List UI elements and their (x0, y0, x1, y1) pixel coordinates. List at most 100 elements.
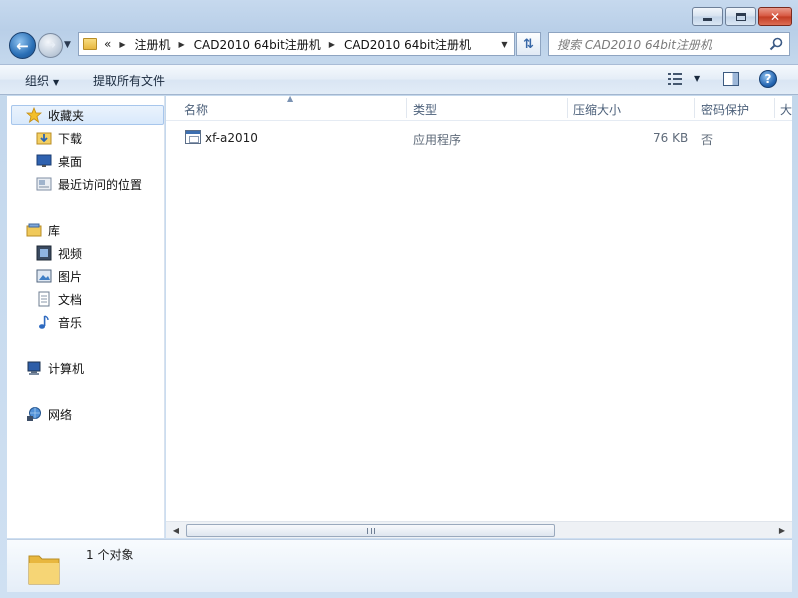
maximize-button[interactable] (725, 7, 756, 26)
sidebar-item-label: 图片 (58, 269, 83, 284)
file-list: ▲ 名称 类型 压缩大小 密码保护 大 xf-a2010 应用程序 76 KB … (166, 94, 792, 538)
sidebar-item-libraries[interactable]: 库 (26, 220, 60, 240)
sort-ascending-icon: ▲ (287, 94, 294, 103)
address-history-dropdown[interactable]: ▼ (494, 33, 514, 55)
download-folder-icon (36, 132, 52, 145)
search-placeholder: 搜索 CAD2010 64bit注册机 (557, 37, 712, 52)
column-divider[interactable] (406, 98, 407, 118)
column-divider[interactable] (774, 98, 775, 118)
sidebar-item-label: 最近访问的位置 (58, 177, 143, 192)
close-icon: ✕ (769, 9, 781, 24)
extract-all-label: 提取所有文件 (93, 74, 166, 88)
file-password-protected: 否 (701, 133, 714, 147)
help-button[interactable]: ? (759, 70, 777, 88)
chevron-right-icon: ▶ (778, 526, 786, 535)
explorer-window: ✕ ← → ▼ « ▶ 注册机 ▶ CAD2010 64bit注册机 ▶ CAD… (0, 0, 798, 598)
column-header-password-protected[interactable]: 密码保护 (701, 101, 749, 118)
sidebar-item-label: 收藏夹 (48, 108, 85, 123)
column-headers: ▲ 名称 类型 压缩大小 密码保护 大 (166, 94, 792, 121)
organize-label: 组织 (25, 74, 50, 88)
desktop-icon (36, 154, 52, 167)
documents-icon (38, 291, 50, 307)
music-icon (39, 315, 49, 329)
table-row[interactable]: xf-a2010 应用程序 76 KB 否 (176, 128, 792, 148)
column-header-compressed-size[interactable]: 压缩大小 (573, 101, 621, 118)
preview-pane-button[interactable] (723, 72, 739, 86)
minimize-button[interactable] (692, 7, 723, 26)
sidebar-item-music[interactable]: 音乐 (36, 312, 82, 332)
refresh-button[interactable]: ⇅ (516, 32, 541, 56)
sidebar-item-network[interactable]: 网络 (26, 404, 72, 424)
folder-icon (28, 555, 60, 585)
breadcrumb-item[interactable]: 注册机 (135, 36, 171, 53)
change-view-icon[interactable] (668, 73, 682, 85)
scroll-right-button[interactable]: ▶ (775, 524, 789, 537)
column-header-size[interactable]: 大 (780, 101, 792, 118)
pictures-icon (36, 269, 52, 283)
breadcrumb-overflow[interactable]: « (104, 37, 111, 51)
navigation-pane: 收藏夹 下载 桌面 最近访问的位置 库 视频 图片 文档 音乐 计算机 网络 (7, 96, 165, 538)
breadcrumb-item[interactable]: CAD2010 64bit注册机 (344, 36, 471, 53)
search-input[interactable]: 搜索 CAD2010 64bit注册机 (548, 32, 790, 56)
refresh-icon: ⇅ (523, 36, 534, 52)
sidebar-item-favorites[interactable]: 收藏夹 (11, 105, 164, 125)
sidebar-item-computer[interactable]: 计算机 (26, 358, 84, 378)
sidebar-item-label: 下载 (58, 131, 83, 146)
column-divider[interactable] (694, 98, 695, 118)
sidebar-item-label: 桌面 (58, 154, 83, 169)
breadcrumb-separator-icon[interactable]: ▶ (179, 40, 185, 49)
breadcrumb-separator-icon[interactable]: ▶ (119, 40, 125, 49)
video-icon (36, 245, 52, 261)
column-divider[interactable] (567, 98, 568, 118)
window-controls: ✕ (690, 7, 792, 26)
minimize-icon (703, 18, 712, 21)
computer-icon (27, 361, 41, 375)
close-button[interactable]: ✕ (758, 7, 792, 26)
sidebar-item-documents[interactable]: 文档 (36, 289, 82, 309)
search-icon (769, 37, 783, 51)
application-icon (185, 130, 201, 144)
back-button[interactable]: ← (9, 32, 36, 59)
star-icon (26, 107, 42, 123)
address-bar[interactable]: « ▶ 注册机 ▶ CAD2010 64bit注册机 ▶ CAD2010 64b… (78, 32, 515, 56)
maximize-icon (735, 12, 746, 21)
chevron-left-icon: ◀ (172, 526, 180, 535)
recent-places-icon (36, 177, 52, 191)
sidebar-item-pictures[interactable]: 图片 (36, 266, 82, 286)
horizontal-scrollbar[interactable]: ◀ ▶ (166, 521, 792, 538)
network-icon (27, 407, 41, 421)
help-icon: ? (764, 72, 772, 86)
organize-button[interactable]: 组织 ▼ (25, 72, 59, 89)
file-type: 应用程序 (413, 133, 462, 147)
scroll-left-button[interactable]: ◀ (169, 524, 183, 537)
command-bar: 组织 ▼ 提取所有文件 ▼ ? (0, 64, 798, 95)
column-header-name[interactable]: 名称 (184, 101, 208, 118)
scrollbar-thumb[interactable] (186, 524, 555, 537)
sidebar-item-label: 计算机 (48, 361, 85, 376)
chevron-down-icon: ▼ (53, 78, 60, 87)
forward-button[interactable]: → (38, 33, 63, 58)
navigation-bar: ← → ▼ « ▶ 注册机 ▶ CAD2010 64bit注册机 ▶ CAD20… (0, 28, 798, 62)
recent-pages-dropdown[interactable]: ▼ (64, 40, 71, 50)
arrow-left-icon: ← (16, 36, 29, 55)
chevron-down-icon: ▼ (64, 40, 71, 50)
file-compressed-size: 76 KB (653, 131, 689, 145)
details-pane: 1 个对象 (7, 539, 792, 592)
library-icon (26, 223, 42, 237)
extract-all-button[interactable]: 提取所有文件 (93, 72, 165, 89)
sidebar-item-desktop[interactable]: 桌面 (36, 151, 82, 171)
sidebar-item-recent-places[interactable]: 最近访问的位置 (36, 174, 142, 194)
status-text: 1 个对象 (86, 548, 134, 562)
arrow-right-icon: → (45, 38, 56, 53)
view-options-dropdown[interactable]: ▼ (694, 74, 700, 83)
sidebar-item-downloads[interactable]: 下载 (36, 128, 82, 148)
breadcrumb-item[interactable]: CAD2010 64bit注册机 (194, 36, 321, 53)
sidebar-item-label: 网络 (48, 407, 73, 422)
sidebar-item-label: 库 (48, 223, 61, 238)
breadcrumb-separator-icon[interactable]: ▶ (329, 40, 335, 49)
grip-icon (366, 527, 375, 534)
column-header-type[interactable]: 类型 (413, 101, 437, 118)
file-name: xf-a2010 (205, 131, 258, 145)
chevron-down-icon: ▼ (501, 39, 508, 49)
sidebar-item-videos[interactable]: 视频 (36, 243, 82, 263)
